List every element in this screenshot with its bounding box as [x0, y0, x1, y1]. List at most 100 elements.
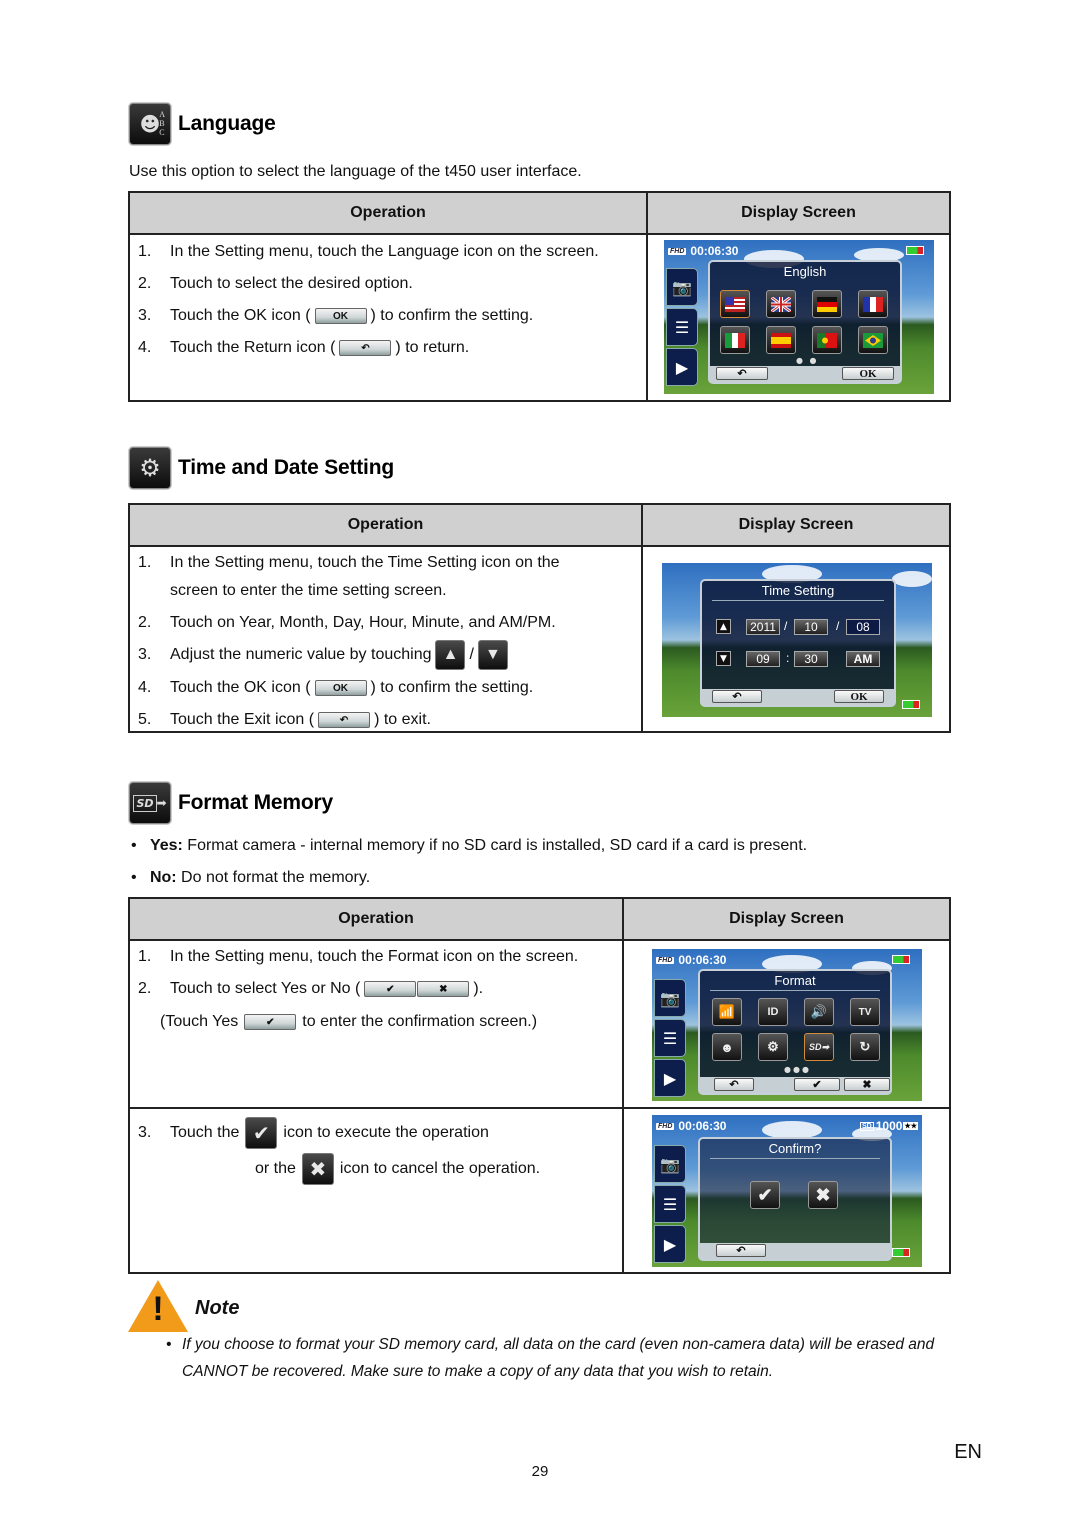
ok-button[interactable]: OK	[834, 690, 884, 703]
time-setting-icon[interactable]: ⚙	[758, 1033, 788, 1061]
decrement-button[interactable]: ▼	[716, 651, 731, 666]
day-field[interactable]: 08	[846, 619, 880, 635]
mode-side-tabs: 📷 ☰ ▶	[654, 1145, 686, 1263]
ok-button-icon: OK	[314, 680, 367, 696]
ok-button[interactable]: OK	[842, 367, 894, 380]
return-button[interactable]: ↶	[714, 1078, 754, 1091]
exit-button-icon: ↶	[318, 712, 371, 728]
page-dots: ●●●	[784, 1065, 811, 1074]
confirm-yes-button[interactable]: ✔	[750, 1181, 780, 1209]
step-3: 3. Touch the OK icon (OK) to confirm the …	[138, 307, 534, 324]
flag-us[interactable]	[720, 290, 750, 318]
playback-icon[interactable]: ▶	[654, 1059, 686, 1097]
battery-icon	[892, 1248, 910, 1257]
language-tag: EN	[954, 1441, 982, 1463]
sound-icon[interactable]: 🔊	[804, 998, 834, 1026]
eye-fi-id-icon[interactable]: ID	[758, 998, 788, 1026]
flag-germany[interactable]	[812, 290, 842, 318]
battery-icon	[892, 955, 910, 964]
step-4: 4. Touch the OK icon (OK) to confirm the …	[138, 679, 534, 696]
hour-field[interactable]: 09	[746, 651, 780, 667]
flag-brazil[interactable]	[858, 326, 888, 354]
row-divider	[130, 1107, 949, 1109]
menu-list-icon[interactable]: ☰	[654, 1019, 686, 1057]
return-button[interactable]: ↶	[716, 367, 768, 380]
column-divider	[622, 899, 624, 1272]
fhd-badge: FHD	[656, 1122, 675, 1130]
time-setting-panel: Time Setting ▲ ▼ 2011 / 10 / 08 09 : 30 …	[700, 579, 896, 707]
flag-spain[interactable]	[766, 326, 796, 354]
language-icon[interactable]: ☻	[712, 1033, 742, 1061]
format-panel: Format 📶 ID 🔊 TV ☻ ⚙ SD➡ ↻ ●●● ↶ ✔ ✖	[698, 969, 892, 1095]
step-5: 5. Touch the Exit icon (↶) to exit.	[138, 711, 431, 728]
step-3: 3. Adjust the numeric value by touching ▲ /…	[138, 640, 512, 670]
step-1: 1. In the Setting menu, touch the Time Se…	[138, 554, 560, 571]
fhd-badge: FHD	[668, 247, 687, 255]
cancel-cross-icon: ✖	[301, 1153, 334, 1185]
header-operation: Operation	[130, 505, 641, 547]
shots-remaining: 1000	[875, 1119, 903, 1133]
flag-portugal[interactable]	[812, 326, 842, 354]
return-button[interactable]: ↶	[712, 690, 762, 703]
menu-list-icon[interactable]: ☰	[666, 308, 698, 346]
flag-italy[interactable]	[720, 326, 750, 354]
no-cross-button-icon: ✖	[417, 981, 470, 997]
playback-icon[interactable]: ▶	[654, 1225, 686, 1263]
camera-mode-icon[interactable]: 📷	[654, 979, 686, 1017]
language-panel: English ● ● ↶ OK	[708, 260, 902, 384]
no-button[interactable]: ✖	[844, 1078, 890, 1091]
menu-list-icon[interactable]: ☰	[654, 1185, 686, 1223]
down-arrow-icon: ▼	[477, 640, 508, 670]
return-button[interactable]: ↶	[716, 1244, 766, 1257]
section-title: Format Memory	[178, 791, 333, 814]
section-title: Time and Date Setting	[178, 456, 394, 479]
flag-uk[interactable]	[766, 290, 796, 318]
step-1: 1. In the Setting menu, touch the Format …	[138, 948, 579, 965]
yes-button[interactable]: ✔	[794, 1078, 840, 1091]
flag-france[interactable]	[858, 290, 888, 318]
recording-time: 00:06:30	[678, 953, 727, 967]
year-field[interactable]: 2011	[746, 619, 780, 635]
format-menu-display-screen: FHD 00:06:30 📷 ☰ ▶ Format 📶 ID 🔊 TV ☻ ⚙ S…	[652, 949, 922, 1101]
tv-output-icon[interactable]: TV	[850, 998, 880, 1026]
header-display-screen: Display Screen	[624, 899, 949, 941]
increment-button[interactable]: ▲	[716, 619, 731, 634]
status-bar: FHD 00:06:30	[668, 243, 930, 259]
camera-mode-icon[interactable]: 📷	[654, 1145, 686, 1183]
note-title: Note	[195, 1297, 240, 1319]
panel-title: English	[783, 264, 827, 279]
status-bar: FHD 00:06:30	[656, 952, 918, 968]
wifi-icon[interactable]: 📶	[712, 998, 742, 1026]
return-button-icon: ↶	[339, 340, 392, 356]
header-operation: Operation	[130, 193, 646, 235]
reset-icon[interactable]: ↻	[850, 1033, 880, 1061]
format-sd-icon[interactable]: SD➡	[804, 1033, 834, 1061]
step-1: 1. In the Setting menu, touch the Languag…	[138, 243, 599, 260]
note-text: • If you choose to format your SD memory …	[166, 1336, 935, 1380]
up-arrow-icon: ▲	[435, 640, 466, 670]
time-date-table: Operation Display Screen 1. In the Settin…	[128, 503, 951, 733]
ampm-field[interactable]: AM	[846, 651, 880, 667]
minute-field[interactable]: 30	[794, 651, 828, 667]
bullet-no: • No: Do not format the memory.	[131, 869, 371, 886]
confirm-display-screen: FHD 00:06:30 SD 1000 ★★ 📷 ☰ ▶ Confirm? ✔ ✖ …	[652, 1115, 922, 1267]
section-title: Language	[178, 112, 276, 135]
bullet-yes: • Yes: Format camera - internal memory i…	[131, 837, 808, 854]
column-divider	[646, 193, 648, 400]
panel-title: Time Setting	[761, 583, 835, 598]
battery-icon	[902, 700, 920, 709]
confirm-no-button[interactable]: ✖	[808, 1181, 838, 1209]
camera-mode-icon[interactable]: 📷	[666, 268, 698, 306]
step-1-continued: screen to enter the time setting screen.	[170, 582, 447, 599]
page-dots: ● ●	[796, 356, 819, 365]
status-bar: FHD 00:06:30 SD 1000 ★★	[656, 1118, 918, 1134]
playback-icon[interactable]: ▶	[666, 348, 698, 386]
time-setting-display-screen: Time Setting ▲ ▼ 2011 / 10 / 08 09 : 30 …	[662, 563, 932, 717]
confirm-panel: Confirm? ✔ ✖ ↶	[698, 1137, 892, 1261]
language-display-screen: FHD 00:06:30 📷 ☰ ▶ English ● ● ↶ OK	[664, 240, 934, 394]
sd-card-format-icon: SD ➡	[129, 782, 171, 824]
confirm-check-icon: ✔	[245, 1117, 278, 1149]
sd-card-icon: SD	[860, 1121, 874, 1131]
month-field[interactable]: 10	[794, 619, 828, 635]
step-4: 4. Touch the Return icon (↶) to return.	[138, 339, 470, 356]
